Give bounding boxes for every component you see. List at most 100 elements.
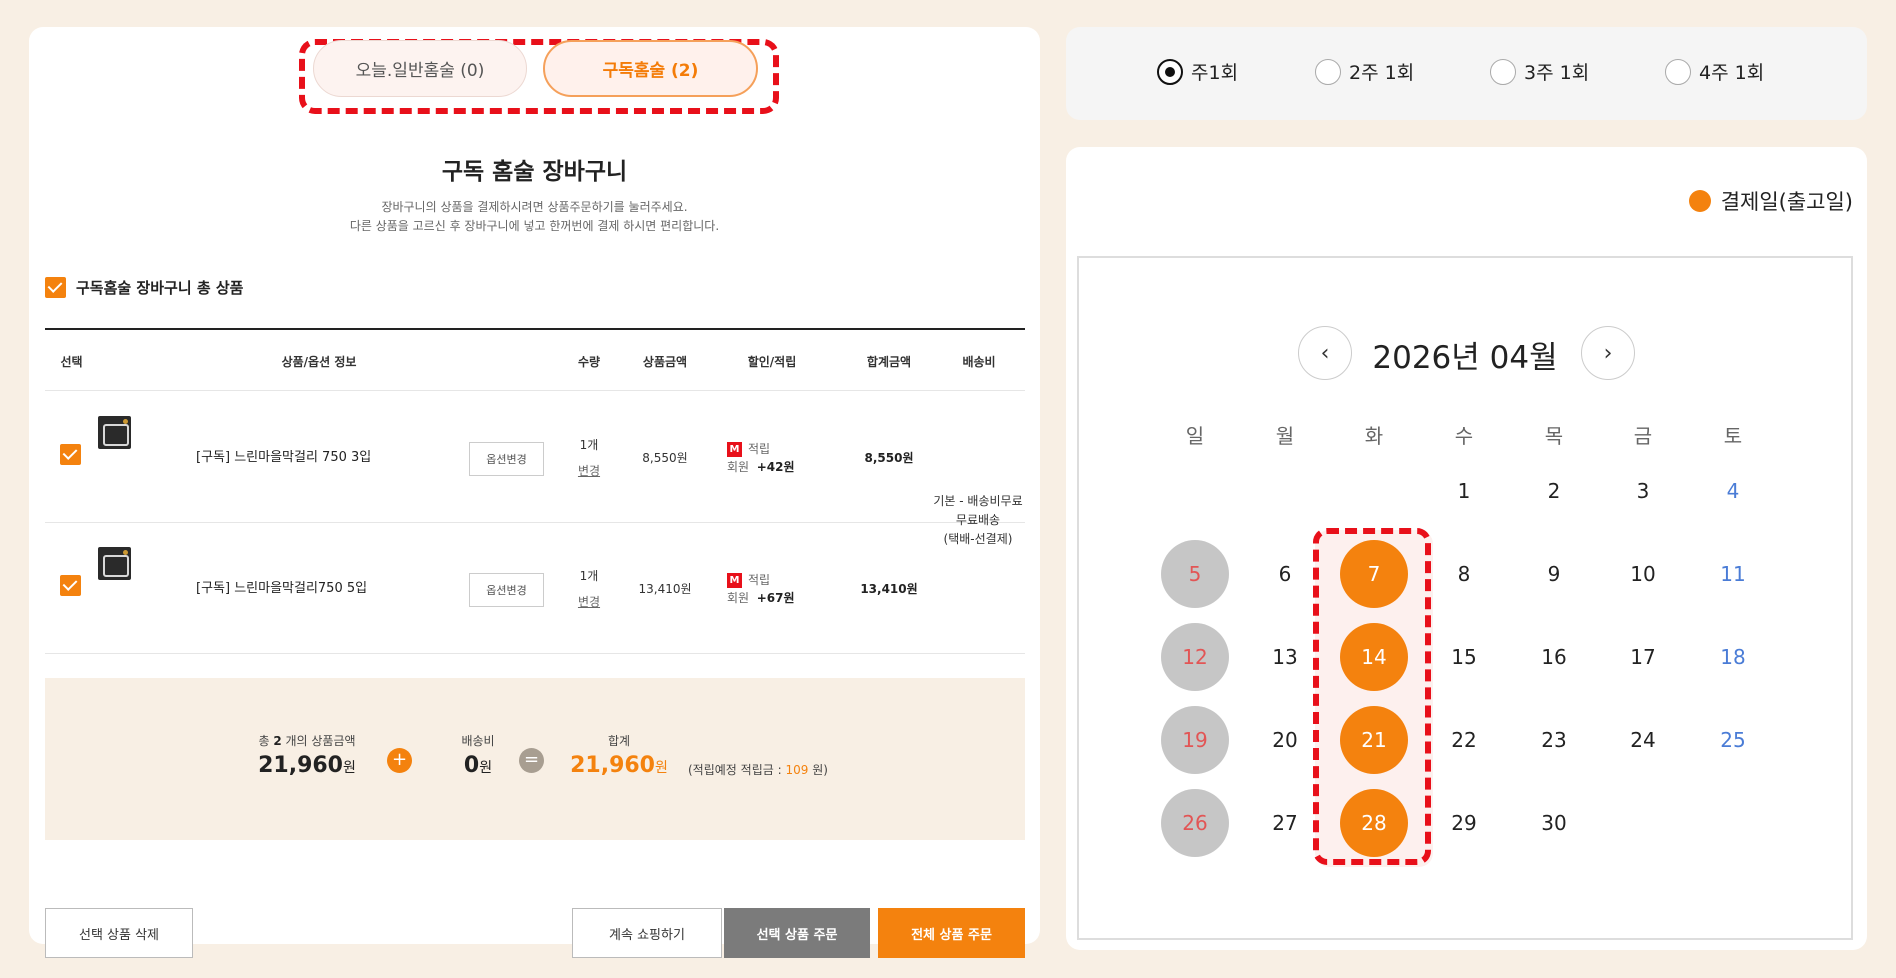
header-discount: 할인/적립: [747, 355, 797, 369]
calendar-day[interactable]: 9: [1520, 540, 1588, 608]
quantity-cell: 1개 변경: [569, 563, 609, 615]
quantity-cell: 1개 변경: [569, 432, 609, 484]
radio-icon[interactable]: [1490, 58, 1516, 85]
option-change-button[interactable]: 옵션변경: [469, 573, 544, 607]
calendar-day[interactable]: 22: [1430, 706, 1498, 774]
discount-cell: M 적립 회원 +67원: [727, 571, 795, 607]
row-divider: [45, 522, 1025, 523]
calendar-day[interactable]: 30: [1520, 789, 1588, 857]
membership-m-icon: M: [727, 442, 742, 457]
calendar-day[interactable]: 19: [1161, 706, 1229, 774]
chevron-right-icon: ›: [1603, 340, 1613, 366]
weekday-header: 화: [1364, 424, 1384, 448]
calendar-day[interactable]: 13: [1251, 623, 1319, 691]
order-all-button[interactable]: 전체 상품 주문: [878, 908, 1025, 958]
calendar-day[interactable]: 18: [1699, 623, 1767, 691]
calendar-day[interactable]: 26: [1161, 789, 1229, 857]
weekday-header: 월: [1275, 424, 1295, 448]
row-checkbox[interactable]: [60, 444, 81, 465]
table-top-divider: [45, 328, 1025, 330]
next-month-button[interactable]: ›: [1581, 326, 1635, 380]
member-label: 회원: [727, 591, 750, 605]
cart-description-line1: 장바구니의 상품을 결제하시려면 상품주문하기를 눌러주세요.: [381, 200, 688, 214]
shipping-line2: 무료배송: [955, 513, 1001, 527]
calendar-panel: 결제일(출고일) ‹ 2026년 04월 › 일월화수목금토1234567891…: [1066, 147, 1867, 950]
calendar-day[interactable]: 12: [1161, 623, 1229, 691]
select-all-label: 구독홈술 장바구니 총 상품: [76, 279, 244, 297]
header-shipping: 배송비: [962, 355, 996, 369]
row-checkbox[interactable]: [60, 575, 81, 596]
product-name[interactable]: [구독] 느린마을막걸리750 5입: [196, 577, 367, 596]
quantity-change-link[interactable]: 변경: [569, 589, 609, 615]
radio-icon[interactable]: [1665, 58, 1691, 85]
cart-panel: 오늘.일반홈술 (0) 구독홈술 (2) 구독 홈술 장바구니 장바구니의 상품…: [29, 27, 1040, 958]
calendar-day[interactable]: 27: [1251, 789, 1319, 857]
frequency-label: 주1회: [1191, 62, 1239, 84]
header-price: 상품금액: [642, 355, 688, 369]
radio-icon[interactable]: [1315, 58, 1341, 85]
reward-label: 적립: [748, 442, 771, 456]
calendar-day[interactable]: 17: [1609, 623, 1677, 691]
calendar-day[interactable]: 24: [1609, 706, 1677, 774]
calendar-day[interactable]: 25: [1699, 706, 1767, 774]
summary-grand-total: 합계 21,960원: [570, 734, 668, 778]
header-qty: 수량: [577, 355, 601, 369]
member-reward-value: +42원: [756, 460, 795, 474]
calendar-day[interactable]: 5: [1161, 540, 1229, 608]
product-thumbnail[interactable]: [98, 547, 131, 580]
cart-description-line2: 다른 상품을 고르신 후 장바구니에 넣고 한꺼번에 결제 하시면 편리합니다.: [349, 219, 720, 233]
summary-product-total: 총 2 개의 상품금액 21,960원: [258, 734, 356, 778]
frequency-label: 3주 1회: [1524, 62, 1590, 84]
cart-description: 장바구니의 상품을 결제하시려면 상품주문하기를 눌러주세요. 다른 상품을 고…: [29, 198, 1040, 236]
weekday-header: 일: [1185, 424, 1205, 448]
quantity-value: 1개: [579, 438, 599, 452]
calendar-day[interactable]: 8: [1430, 540, 1498, 608]
header-select: 선택: [60, 355, 83, 369]
shipping-line3: (택배-선결제): [943, 532, 1013, 546]
frequency-option-2weeks[interactable]: 2주 1회: [1315, 58, 1414, 85]
weekday-header: 수: [1454, 424, 1474, 448]
calendar-day[interactable]: 16: [1520, 623, 1588, 691]
cart-title: 구독 홈술 장바구니: [441, 159, 628, 185]
radio-selected-icon[interactable]: [1157, 58, 1183, 85]
summary-shipping: 배송비 0원: [461, 734, 495, 778]
calendar: ‹ 2026년 04월 › 일 월 화 수 목 금 토 1 2 3 4 5 6 7 8 9 10 11 12 13 14…: [1077, 256, 1853, 940]
member-label: 회원: [727, 460, 750, 474]
tab-general-homesul[interactable]: 오늘.일반홈술 (0): [313, 40, 527, 97]
frequency-option-3weeks[interactable]: 3주 1회: [1490, 58, 1589, 85]
calendar-day[interactable]: 1: [1430, 457, 1498, 525]
product-price: 8,550원: [642, 451, 688, 465]
select-all-row[interactable]: 구독홈술 장바구니 총 상품: [45, 277, 243, 298]
continue-shopping-button[interactable]: 계속 쇼핑하기: [572, 908, 722, 958]
row-divider: [45, 653, 1025, 654]
delete-selected-button[interactable]: 선택 상품 삭제: [45, 908, 193, 958]
calendar-day[interactable]: 3: [1609, 457, 1677, 525]
membership-m-icon: M: [727, 573, 742, 588]
calendar-day[interactable]: 20: [1251, 706, 1319, 774]
header-product: 상품/옵션 정보: [281, 355, 357, 369]
calendar-day[interactable]: 4: [1699, 457, 1767, 525]
row-total: 13,410원: [860, 582, 918, 596]
calendar-day[interactable]: 23: [1520, 706, 1588, 774]
product-price: 13,410원: [638, 582, 692, 596]
select-all-checkbox[interactable]: [45, 277, 66, 298]
frequency-option-4weeks[interactable]: 4주 1회: [1665, 58, 1764, 85]
order-selected-button[interactable]: 선택 상품 주문: [724, 908, 870, 958]
calendar-day[interactable]: 11: [1699, 540, 1767, 608]
calendar-day[interactable]: 10: [1609, 540, 1677, 608]
payment-day-dot-icon: [1688, 190, 1711, 212]
calendar-day[interactable]: 2: [1520, 457, 1588, 525]
delivery-frequency-panel: 주1회 2주 1회 3주 1회 4주 1회: [1066, 27, 1867, 120]
quantity-change-link[interactable]: 변경: [569, 458, 609, 484]
calendar-day[interactable]: 6: [1251, 540, 1319, 608]
frequency-option-weekly[interactable]: 주1회: [1157, 58, 1238, 85]
product-name[interactable]: [구독] 느린마을막걸리 750 3입: [196, 446, 371, 465]
frequency-label: 2주 1회: [1349, 62, 1415, 84]
header-total: 합계금액: [866, 355, 912, 369]
shipping-info: 기본 - 배송비무료 무료배송 (택배-선결제): [923, 492, 1033, 549]
calendar-day[interactable]: 29: [1430, 789, 1498, 857]
calendar-day[interactable]: 15: [1430, 623, 1498, 691]
product-thumbnail[interactable]: [98, 416, 131, 449]
tab-subscription-homesul[interactable]: 구독홈술 (2): [543, 40, 758, 97]
option-change-button[interactable]: 옵션변경: [469, 442, 544, 476]
